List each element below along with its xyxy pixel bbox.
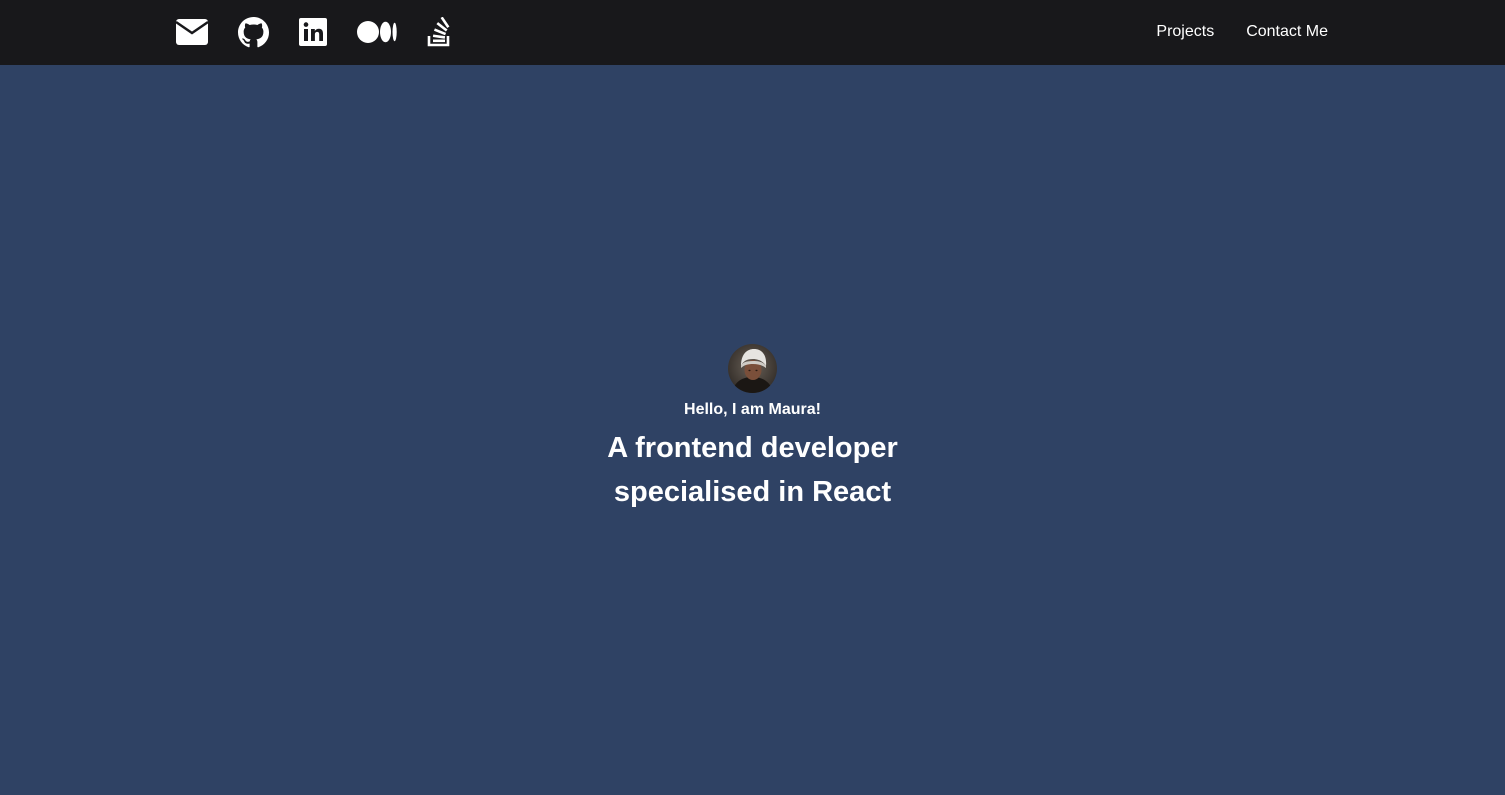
github-icon: [238, 16, 269, 47]
greeting-text: Hello, I am Maura!: [684, 401, 821, 418]
email-link[interactable]: [176, 16, 208, 48]
headline-line: A frontend developer: [607, 432, 898, 464]
envelope-icon: [176, 19, 208, 45]
medium-icon: [357, 21, 397, 43]
avatar: [728, 344, 777, 393]
github-link[interactable]: [238, 16, 269, 48]
nav-contact-link[interactable]: Contact Me: [1246, 21, 1328, 43]
medium-link[interactable]: [357, 16, 397, 48]
hero-headline: A frontend developer specialised in Reac…: [607, 426, 898, 514]
headline-line: specialised in React: [613, 476, 892, 508]
nav-projects-link[interactable]: Projects: [1156, 21, 1214, 43]
hero-section: Hello, I am Maura! A frontend developer …: [0, 65, 1505, 795]
main-nav: Projects Contact Me: [1124, 21, 1328, 43]
linkedin-icon: [299, 18, 327, 46]
social-links: [176, 16, 453, 48]
profile-photo: [728, 344, 777, 393]
linkedin-link[interactable]: [299, 16, 327, 48]
site-header: Projects Contact Me: [0, 0, 1505, 65]
stackoverflow-icon: [427, 17, 450, 47]
stackoverflow-link[interactable]: [427, 16, 453, 48]
